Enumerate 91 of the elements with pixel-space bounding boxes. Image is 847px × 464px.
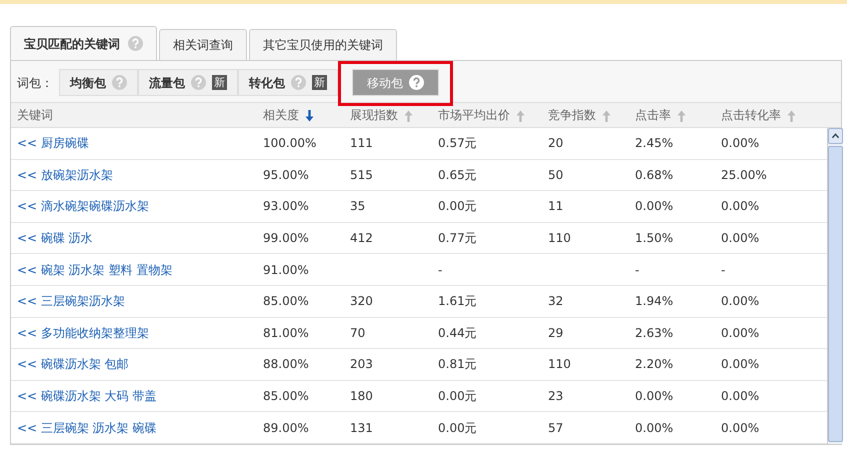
help-icon[interactable] — [291, 75, 306, 90]
help-icon[interactable] — [112, 75, 127, 90]
table-cell: 1.61元 — [438, 294, 477, 308]
scroll-up-icon[interactable] — [828, 128, 843, 144]
table-cell: - — [721, 262, 726, 277]
keyword-link[interactable]: << 多功能收纳架整理架 — [17, 326, 149, 340]
table-cell: 0.65元 — [438, 168, 477, 182]
table-cell: 70 — [350, 326, 366, 340]
table-cell: 100.00% — [263, 136, 316, 150]
table-cell: 35 — [350, 199, 366, 214]
table-cell: 0.00% — [721, 357, 760, 372]
table-cell: 2.45% — [635, 136, 674, 150]
keyword-link[interactable]: << 碗碟 沥水 — [17, 231, 93, 246]
table-cell: 0.00% — [721, 389, 760, 404]
table-cell: 110 — [548, 231, 571, 246]
new-badge: 新 — [312, 75, 327, 90]
table-cell: 0.00元 — [438, 420, 477, 435]
table-cell: 0.00% — [721, 420, 760, 435]
table-cell: 180 — [350, 389, 373, 404]
package-tab[interactable]: 流量包 新 — [138, 69, 238, 96]
table-cell: 320 — [350, 294, 373, 308]
table-cell: 0.44元 — [438, 326, 477, 340]
keyword-link[interactable]: << 三层碗架沥水架 — [17, 294, 125, 308]
table-cell: 0.77元 — [438, 231, 477, 246]
table-cell: 29 — [548, 326, 564, 340]
table-cell: 0.00% — [721, 326, 760, 340]
table-cell: 25.00% — [721, 168, 767, 182]
tab[interactable]: 相关词查询 — [159, 29, 247, 60]
table-cell: 0.00% — [721, 136, 760, 150]
table-cell: 0.57元 — [438, 136, 477, 150]
table-cell: 81.00% — [263, 326, 309, 340]
table-cell: 131 — [350, 420, 373, 435]
table-cell: 0.68% — [635, 168, 674, 182]
tab[interactable]: 其它宝贝使用的关键词 — [249, 29, 397, 60]
table-cell: 32 — [548, 294, 564, 308]
table-cell: 111 — [350, 136, 373, 150]
keyword-link[interactable]: << 三层碗架 沥水架 碗碟 — [17, 420, 157, 435]
help-icon[interactable] — [409, 75, 424, 90]
table-cell: 20 — [548, 136, 564, 150]
new-badge: 新 — [212, 75, 227, 90]
column-header[interactable]: 点击转化率 — [721, 108, 781, 122]
keyword-link[interactable]: << 放碗架沥水架 — [17, 168, 113, 182]
help-icon[interactable] — [191, 75, 206, 90]
table-cell: 99.00% — [263, 231, 309, 246]
package-tab[interactable]: 均衡包 — [59, 69, 138, 96]
keyword-link[interactable]: << 碗架 沥水架 塑料 置物架 — [17, 262, 172, 277]
table-cell: 0.00% — [635, 389, 674, 404]
column-header[interactable]: 相关度 — [263, 108, 299, 122]
table-cell: 2.20% — [635, 357, 674, 372]
package-tab[interactable]: 转化包 新 — [238, 69, 338, 96]
table-cell: 0.00元 — [438, 389, 477, 404]
table-cell: 91.00% — [263, 262, 309, 277]
table-cell: 1.50% — [635, 231, 674, 246]
table-cell: 0.81元 — [438, 357, 477, 372]
table-cell: 23 — [548, 389, 564, 404]
table-cell: 515 — [350, 168, 373, 182]
scrollbar[interactable] — [827, 128, 843, 444]
table-cell: 0.00% — [721, 199, 760, 214]
column-header[interactable]: 关键词 — [17, 108, 53, 122]
table-cell: 50 — [548, 168, 564, 182]
table-cell: 2.63% — [635, 326, 674, 340]
table-cell: 110 — [548, 357, 571, 372]
table-cell: 0.00元 — [438, 199, 477, 214]
table-cell: 85.00% — [263, 389, 309, 404]
column-header[interactable]: 点击率 — [635, 108, 671, 122]
tab[interactable]: 宝贝匹配的关键词 — [10, 26, 157, 60]
table-cell: 203 — [350, 357, 373, 372]
keyword-link[interactable]: << 滴水碗架碗碟沥水架 — [17, 199, 149, 214]
table-cell: - — [438, 262, 442, 277]
table-cell: 85.00% — [263, 294, 309, 308]
help-icon[interactable] — [128, 36, 143, 51]
table-cell: 89.00% — [263, 420, 309, 435]
table-cell: 1.94% — [635, 294, 674, 308]
table-cell: 88.00% — [263, 357, 309, 372]
table-cell: 0.00% — [635, 199, 674, 214]
table-cell: 0.00% — [721, 231, 760, 246]
column-header[interactable]: 展现指数 — [350, 108, 398, 122]
keyword-link[interactable]: << 碗碟沥水架 包邮 — [17, 357, 129, 372]
packages-label: 词包： — [17, 74, 53, 92]
table-cell: 412 — [350, 231, 373, 246]
keyword-link[interactable]: << 碗碟沥水架 大码 带盖 — [17, 389, 157, 404]
table-cell: 11 — [548, 199, 564, 214]
column-header[interactable]: 竞争指数 — [548, 108, 596, 122]
table-cell: 95.00% — [263, 168, 309, 182]
table-cell: - — [635, 262, 640, 277]
table-cell: 0.00% — [721, 294, 760, 308]
table-cell: 93.00% — [263, 199, 309, 214]
table-cell: 0.00% — [635, 420, 674, 435]
table-cell: 57 — [548, 420, 564, 435]
keyword-link[interactable]: << 厨房碗碟 — [17, 136, 89, 150]
column-header[interactable]: 市场平均出价 — [438, 108, 510, 122]
